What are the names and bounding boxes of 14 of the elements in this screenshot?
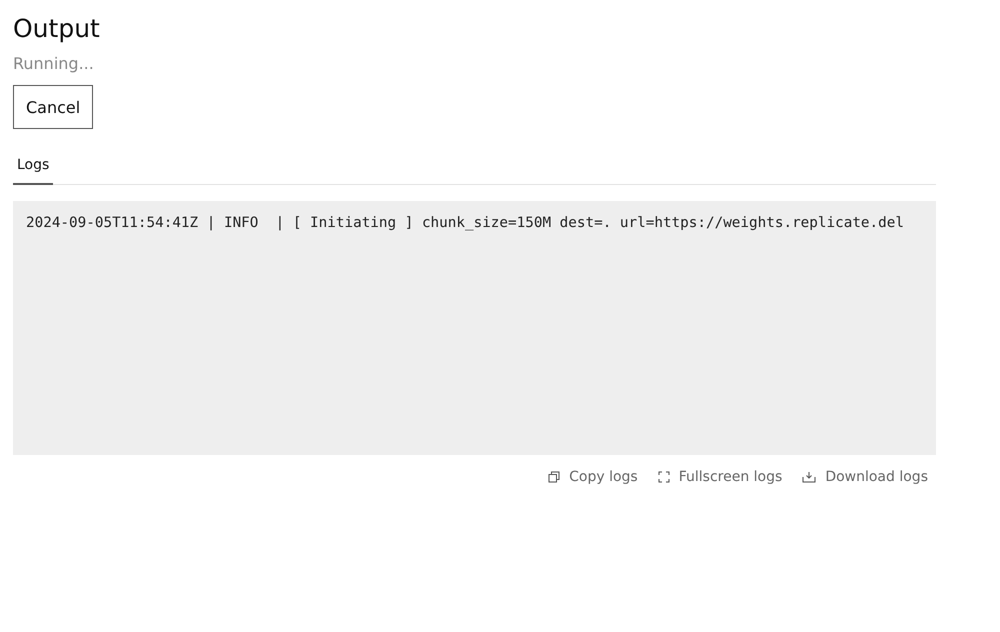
copy-logs-button[interactable]: Copy logs — [548, 469, 638, 485]
fullscreen-logs-button[interactable]: Fullscreen logs — [658, 469, 782, 485]
log-line: 2024-09-05T11:54:41Z | INFO | [ Initiating ] chunk_size=150M dest=. url=https://weights.replicate.del — [26, 215, 905, 231]
output-title: Output — [13, 14, 101, 44]
fullscreen-icon — [658, 471, 670, 483]
action-label: Download logs — [825, 469, 928, 485]
cancel-button[interactable]: Cancel — [13, 85, 94, 129]
download-logs-button[interactable]: Download logs — [802, 469, 928, 485]
download-icon — [802, 471, 816, 483]
action-label: Fullscreen logs — [678, 469, 782, 485]
copy-icon — [548, 471, 560, 483]
status-text: Running... — [13, 54, 95, 73]
logs-tab[interactable]: Logs — [13, 151, 54, 185]
action-label: Copy logs — [569, 469, 638, 485]
